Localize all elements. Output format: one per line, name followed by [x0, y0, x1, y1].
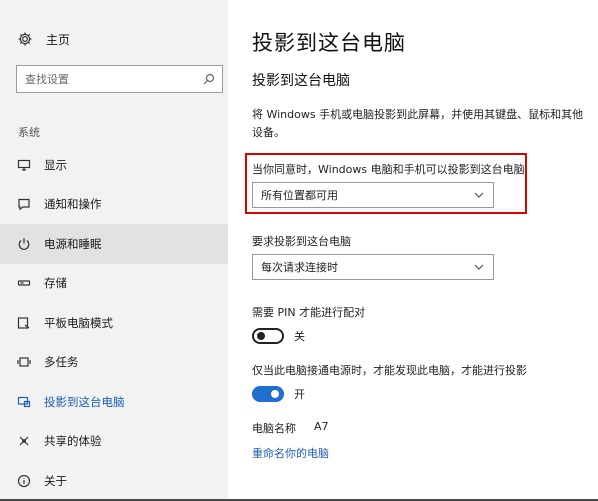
sidebar-item-display[interactable]: 显示: [0, 145, 228, 185]
pin-toggle-row: 关: [252, 328, 305, 344]
search-input[interactable]: 查找设置: [16, 65, 223, 93]
sidebar-item-label: 多任务: [44, 355, 79, 370]
pc-name-label: 电脑名称: [252, 422, 296, 435]
ask-label: 要求投影到这台电脑: [252, 235, 351, 248]
availability-label: 当你同意时，Windows 电脑和手机可以投影到这台电脑: [252, 163, 525, 176]
multitask-icon: [16, 354, 32, 370]
sidebar-item-label: 电源和睡眠: [44, 236, 102, 251]
power-icon: [16, 236, 32, 252]
pc-name-value: A7: [314, 420, 329, 433]
power-toggle-row: 开: [252, 386, 305, 402]
info-icon: [16, 473, 32, 489]
power-toggle[interactable]: [252, 386, 284, 402]
sidebar: 主页 查找设置 系统 显示 通知和操作 电源和睡眠 存储 平板电脑模式 多任务 …: [0, 0, 228, 501]
rename-pc-link[interactable]: 重命名你的电脑: [252, 445, 329, 461]
power-toggle-state: 开: [294, 388, 305, 401]
search-placeholder: 查找设置: [25, 73, 69, 86]
home-nav-item[interactable]: 主页: [16, 30, 70, 48]
share-icon: [16, 433, 32, 449]
sidebar-nav: 显示 通知和操作 电源和睡眠 存储 平板电脑模式 多任务 投影到这台电脑 共享的…: [0, 145, 228, 501]
sidebar-item-project-to-pc[interactable]: 投影到这台电脑: [0, 382, 228, 422]
sidebar-item-label: 显示: [44, 157, 67, 172]
sidebar-item-tablet-mode[interactable]: 平板电脑模式: [0, 303, 228, 343]
tablet-icon: [16, 315, 32, 331]
ask-dropdown[interactable]: 每次请求连接时: [252, 254, 494, 280]
gear-icon: [16, 30, 34, 48]
availability-value: 所有位置都可用: [261, 189, 338, 202]
chevron-down-icon: [473, 189, 485, 201]
page-title: 投影到这台电脑: [252, 31, 406, 55]
section-subtitle: 投影到这台电脑: [252, 73, 350, 89]
pin-toggle-state: 关: [294, 330, 305, 343]
ask-value: 每次请求连接时: [261, 261, 338, 274]
sidebar-item-label: 共享的体验: [44, 434, 102, 449]
search-icon[interactable]: [202, 72, 216, 86]
sidebar-item-about[interactable]: 关于: [0, 461, 228, 501]
sidebar-item-notifications[interactable]: 通知和操作: [0, 185, 228, 225]
section-label-system: 系统: [18, 126, 40, 139]
message-icon: [16, 196, 32, 212]
sidebar-item-label: 存储: [44, 276, 67, 291]
sidebar-item-multitasking[interactable]: 多任务: [0, 343, 228, 383]
description-text: 将 Windows 手机或电脑投影到此屏幕，并使用其键盘、鼠标和其他设备。: [252, 108, 584, 139]
sidebar-item-label: 投影到这台电脑: [44, 394, 125, 409]
availability-dropdown[interactable]: 所有位置都可用: [252, 182, 494, 208]
monitor-icon: [16, 157, 32, 173]
pin-toggle[interactable]: [252, 328, 284, 344]
project-icon: [16, 394, 32, 410]
sidebar-item-label: 关于: [44, 473, 67, 488]
sidebar-item-shared-experiences[interactable]: 共享的体验: [0, 422, 228, 462]
pin-label: 需要 PIN 才能进行配对: [252, 306, 366, 319]
pc-name-row: 电脑名称 A7: [252, 420, 329, 436]
sidebar-item-storage[interactable]: 存储: [0, 264, 228, 304]
sidebar-item-power-sleep[interactable]: 电源和睡眠: [0, 224, 228, 264]
storage-icon: [16, 275, 32, 291]
home-label: 主页: [46, 32, 71, 47]
sidebar-item-label: 平板电脑模式: [44, 315, 113, 330]
main-content: 投影到这台电脑 投影到这台电脑 将 Windows 手机或电脑投影到此屏幕，并使…: [245, 0, 598, 501]
chevron-down-icon: [473, 261, 485, 273]
sidebar-item-label: 通知和操作: [44, 197, 102, 212]
power-label: 仅当此电脑接通电源时，才能发现此电脑，才能进行投影: [252, 364, 527, 377]
